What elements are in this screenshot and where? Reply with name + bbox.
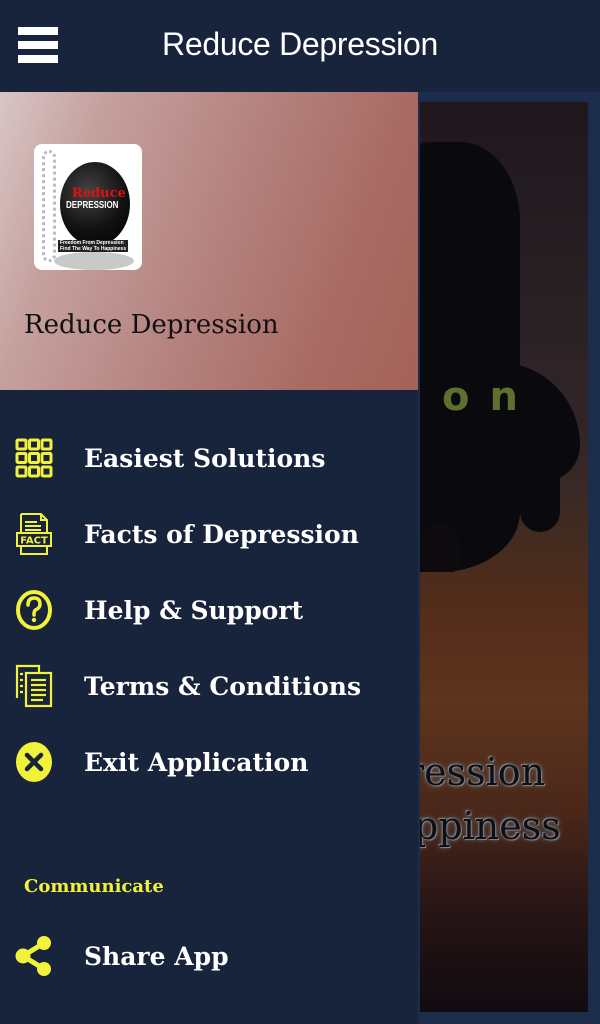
app-bar: Reduce Depression — [0, 0, 600, 92]
share-icon — [14, 936, 54, 976]
menu-item-label: Help & Support — [84, 595, 304, 625]
menu-item-label: Easiest Solutions — [84, 443, 326, 473]
section-label-communicate: Communicate — [24, 876, 164, 897]
menu-item-label: Terms & Conditions — [84, 671, 362, 701]
communicate-section: Share App — [0, 918, 418, 994]
menu-item-label: Share App — [84, 941, 229, 971]
documents-icon — [14, 664, 54, 708]
logo-tagline: Freedom From Depression Find The Way To … — [58, 240, 129, 252]
logo-tagline-2: Find The Way To Happiness — [60, 246, 127, 252]
menu-item-easiest-solutions[interactable]: Easiest Solutions — [0, 420, 418, 496]
menu-item-share-app[interactable]: Share App — [0, 918, 418, 994]
scrim-overlay[interactable] — [420, 102, 588, 1012]
drawer-title: Reduce Depression — [24, 310, 279, 340]
grid-icon — [14, 438, 54, 478]
menu-item-label: Exit Application — [84, 747, 309, 777]
logo-text-white: DEPRESSION — [66, 200, 119, 211]
background-banner-image: on ression ppiness — [420, 102, 588, 1012]
help-circle-icon — [14, 590, 54, 630]
logo-text-red: Reduce — [72, 186, 126, 201]
menu-item-terms-conditions[interactable]: Terms & Conditions — [0, 648, 418, 724]
fact-icon-text: FACT — [20, 536, 48, 547]
app-logo: Reduce DEPRESSION Freedom From Depressio… — [34, 144, 142, 270]
drawer-header: Reduce DEPRESSION Freedom From Depressio… — [0, 92, 418, 390]
menu-item-help-support[interactable]: Help & Support — [0, 572, 418, 648]
drawer-menu: Easiest Solutions FACT Facts of Depressi… — [0, 420, 418, 800]
fact-document-icon: FACT — [14, 513, 54, 555]
navigation-drawer: Reduce DEPRESSION Freedom From Depressio… — [0, 92, 418, 1024]
menu-item-label: Facts of Depression — [84, 519, 359, 549]
menu-item-exit-application[interactable]: Exit Application — [0, 724, 418, 800]
app-title: Reduce Depression — [162, 26, 438, 62]
close-circle-icon — [14, 742, 54, 782]
logo-shadow — [54, 252, 134, 270]
menu-item-facts-of-depression[interactable]: FACT Facts of Depression — [0, 496, 418, 572]
logo-chain — [42, 150, 56, 262]
